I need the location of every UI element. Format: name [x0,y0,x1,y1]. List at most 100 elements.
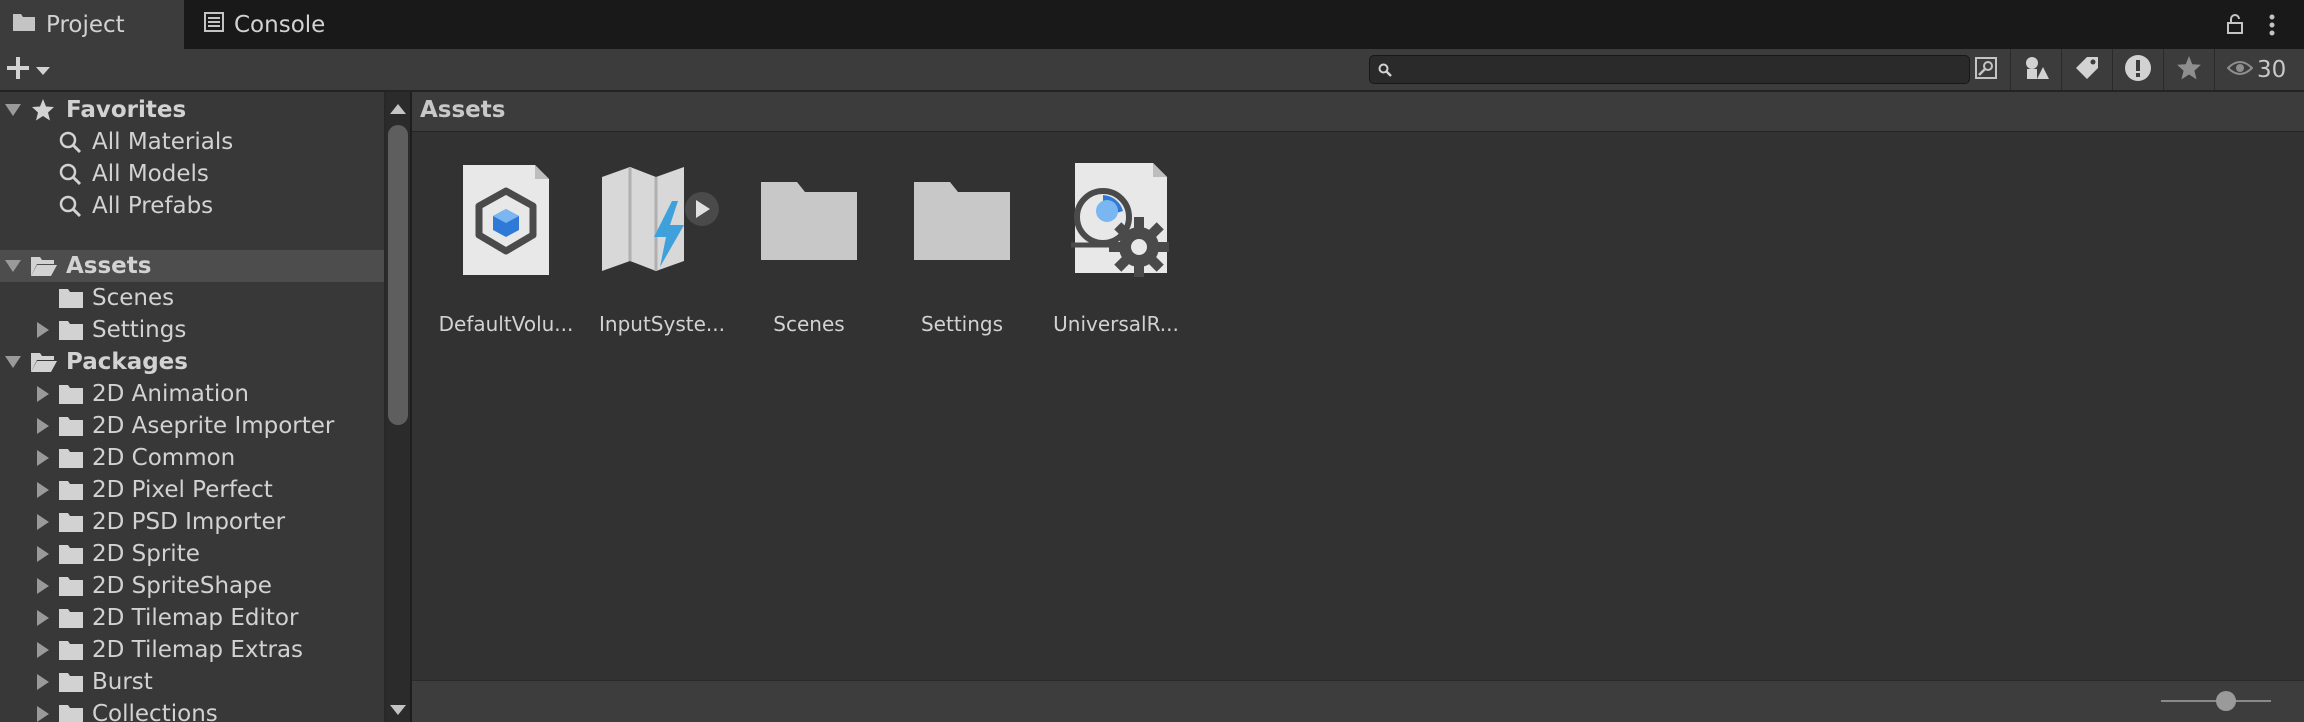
more-options-icon[interactable] [2268,14,2276,40]
collapsed-arrow-icon[interactable] [32,319,54,341]
dropdown-arrow-icon [36,61,50,80]
tree-item-packages[interactable]: Packages [0,346,384,378]
open-folder-icon [30,351,58,373]
input-actions-icon [592,160,732,280]
folder-icon [58,447,84,469]
tree-item-all-materials[interactable]: All Materials [0,126,384,158]
tree-item-scenes[interactable]: Scenes [0,282,384,314]
tree-label: 2D Pixel Perfect [92,477,273,503]
scroll-down-icon[interactable] [390,701,406,720]
asset-scenes-folder[interactable]: Scenes [739,160,879,336]
breadcrumb-assets[interactable]: Assets [420,97,505,123]
folder-icon [58,383,84,405]
collapsed-arrow-icon[interactable] [32,575,54,597]
tree-item-package[interactable]: 2D Tilemap Editor [0,602,384,634]
asset-name: UniversalR... [1053,312,1179,336]
collapsed-arrow-icon[interactable] [32,671,54,693]
tree-item-all-models[interactable]: All Models [0,158,384,190]
tree-item-package[interactable]: Burst [0,666,384,698]
open-folder-icon [30,255,58,277]
tree-label: Settings [92,317,187,343]
icon-size-slider-handle[interactable] [2216,691,2236,711]
expanded-arrow-icon[interactable] [2,255,24,277]
folder-icon [58,415,84,437]
create-button[interactable] [6,56,60,84]
tree-item-favorites[interactable]: Favorites [0,94,384,126]
lock-icon[interactable] [2226,14,2244,38]
collapsed-arrow-icon[interactable] [32,479,54,501]
folder-icon [58,671,84,693]
scrollbar-thumb[interactable] [388,125,408,425]
tree-item-package[interactable]: 2D Pixel Perfect [0,474,384,506]
expanded-arrow-icon[interactable] [2,99,24,121]
folder-icon [58,319,84,341]
tree-label: All Models [92,161,209,187]
tree-item-settings[interactable]: Settings [0,314,384,346]
asset-name: DefaultVolu... [438,312,574,336]
asset-settings-folder[interactable]: Settings [892,160,1032,336]
tree-label: Packages [66,349,188,375]
collapsed-arrow-icon[interactable] [32,607,54,629]
folder-icon [12,12,46,38]
tree-label: 2D Animation [92,381,249,407]
tree-label: 2D SpriteShape [92,573,272,599]
collapsed-arrow-icon[interactable] [32,543,54,565]
footer-bar [412,680,2304,722]
render-pipeline-asset-icon [1046,160,1186,280]
console-icon [204,11,234,38]
tree-item-package[interactable]: 2D Tilemap Extras [0,634,384,666]
tree-item-package[interactable]: 2D Aseprite Importer [0,410,384,442]
favorites-button[interactable] [2163,49,2214,90]
tree-item-package[interactable]: 2D Common [0,442,384,474]
expanded-arrow-icon[interactable] [2,351,24,373]
collapsed-arrow-icon[interactable] [32,639,54,661]
visibility-count: 30 [2257,56,2287,83]
filter-by-log-type-button[interactable] [2112,49,2163,90]
tree-label: Scenes [92,285,175,311]
collapsed-arrow-icon[interactable] [32,511,54,533]
asset-default-volume-profile[interactable]: DefaultVolu... [436,160,576,336]
tree-label: 2D PSD Importer [92,509,286,535]
tree-item-package[interactable]: 2D SpriteShape [0,570,384,602]
tab-label: Project [46,11,125,38]
folder-icon [58,703,84,722]
tree-label: 2D Aseprite Importer [92,413,335,439]
search-input[interactable] [1369,55,1970,84]
star-icon [31,98,55,122]
warning-icon [2124,54,2152,86]
tree-label: All Materials [92,129,234,155]
folder-icon [892,160,1032,280]
search-window-button[interactable] [1972,56,2000,84]
project-tree: Favorites All Materials All Models All P… [0,92,384,722]
filter-by-type-button[interactable] [2010,49,2061,90]
asset-name: Settings [920,312,1004,336]
asset-grid: DefaultVolu... InputSyste... Scenes Sett… [412,132,2304,680]
collapsed-arrow-icon[interactable] [32,415,54,437]
collapsed-arrow-icon[interactable] [32,383,54,405]
tree-label: 2D Tilemap Extras [92,637,304,663]
tree-item-package[interactable]: 2D Animation [0,378,384,410]
tab-project[interactable]: Project [0,0,184,49]
folder-icon [58,639,84,661]
folder-icon [58,543,84,565]
asset-input-system-actions[interactable]: InputSyste... [592,160,732,336]
volume-profile-icon [436,160,576,280]
visibility-toggle[interactable]: 30 [2214,49,2304,90]
tree-item-assets[interactable]: Assets [0,250,384,282]
tree-item-package[interactable]: 2D Sprite [0,538,384,570]
tree-item-package[interactable]: Collections [0,698,384,722]
folder-icon [58,607,84,629]
tree-item-package[interactable]: 2D PSD Importer [0,506,384,538]
tree-label: Collections [92,701,218,722]
collapsed-arrow-icon[interactable] [32,703,54,722]
tree-label: 2D Sprite [92,541,200,567]
collapsed-arrow-icon[interactable] [32,447,54,469]
folder-icon [58,479,84,501]
scroll-up-icon[interactable] [390,100,406,119]
asset-universal-render-pipeline[interactable]: UniversalR... [1046,160,1186,336]
tab-console[interactable]: Console [204,0,364,49]
folder-icon [58,511,84,533]
search-icon [58,194,82,218]
tree-item-all-prefabs[interactable]: All Prefabs [0,190,384,222]
filter-by-label-button[interactable] [2061,49,2112,90]
